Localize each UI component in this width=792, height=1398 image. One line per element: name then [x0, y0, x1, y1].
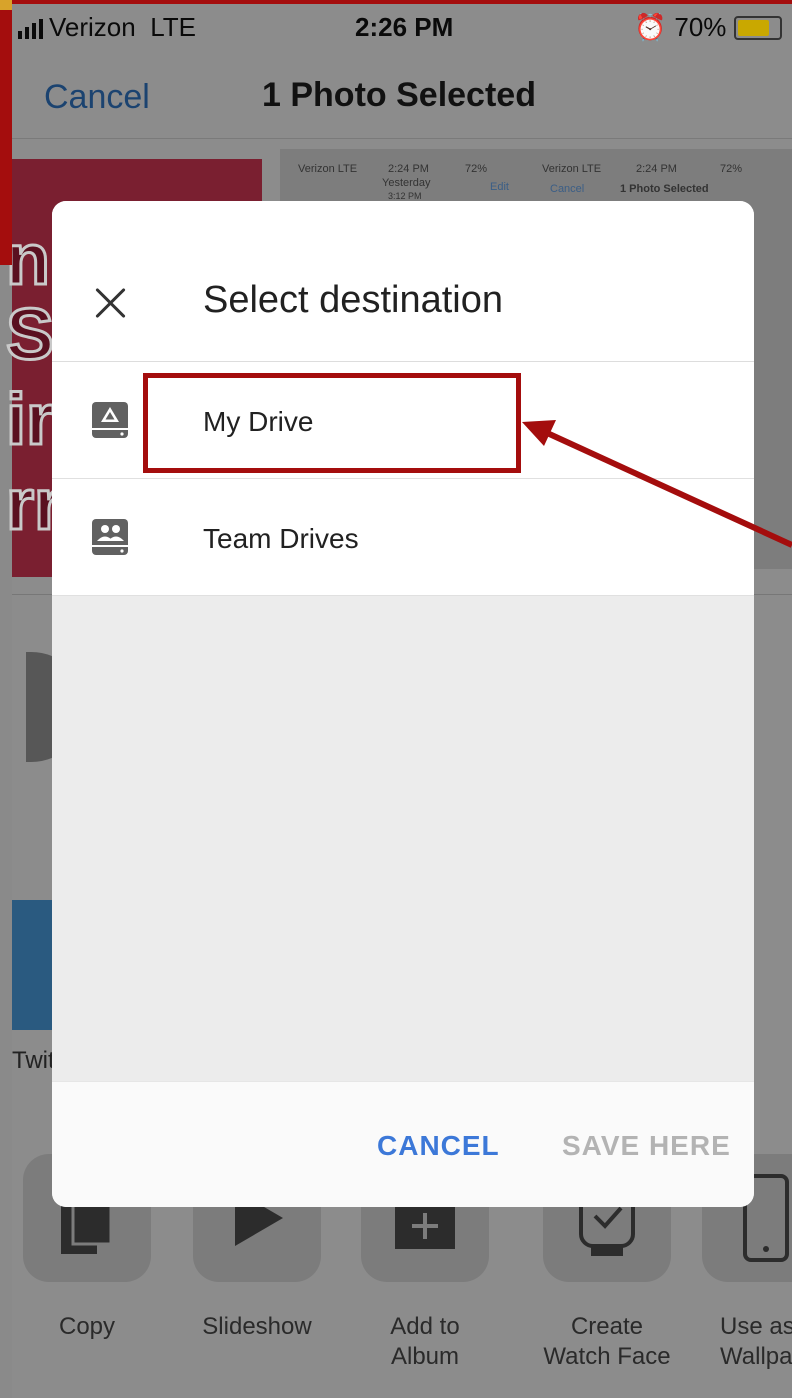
annotation-arrow: [522, 420, 792, 548]
